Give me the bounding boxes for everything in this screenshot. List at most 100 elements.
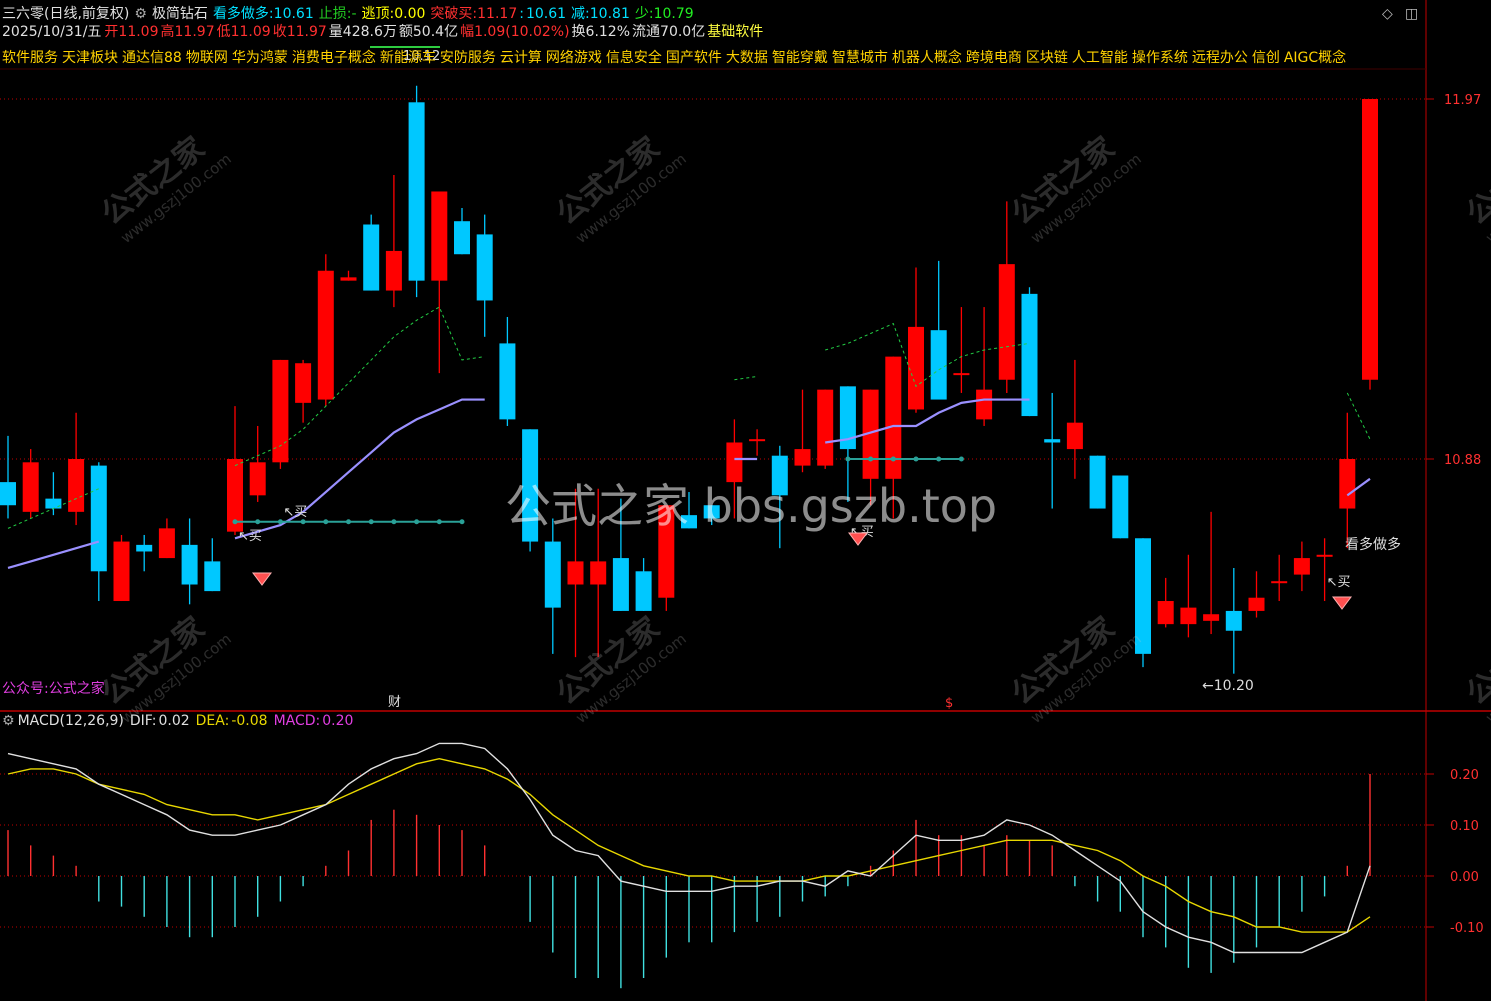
candle-body [272, 359, 289, 463]
macd-gear-icon[interactable]: ⚙ [2, 713, 15, 729]
candle-body [817, 389, 834, 466]
diamond-icon [252, 572, 272, 586]
buy-signal: ↖买 [1327, 575, 1351, 590]
concept-tag[interactable]: 智慧城市 [832, 50, 888, 66]
candle-body [1225, 610, 1242, 631]
candle-body [1180, 607, 1197, 625]
candle-body [1021, 293, 1038, 417]
indicator-name[interactable]: 极简钻石 [152, 6, 208, 22]
concept-tag[interactable]: 国产软件 [666, 50, 722, 66]
stock-title[interactable]: 三六零(日线,前复权) [2, 6, 129, 22]
candle-body [794, 449, 811, 466]
diamond-icon[interactable]: ◇ [1382, 6, 1393, 22]
zs-value: - [351, 6, 357, 22]
header-line-1: 三六零(日线,前复权) ⚙ 极简钻石 看多做多:10.61 止损:- 逃顶:0.00 突破买… [2, 5, 699, 23]
macd-axis-label: 0.20 [1450, 768, 1479, 783]
candle-body [90, 465, 107, 572]
support-dot [323, 519, 329, 525]
candle-body [1203, 614, 1220, 621]
concept-tag[interactable]: 通达信88 [122, 50, 182, 66]
candle-body [1339, 459, 1356, 509]
candle-body [976, 389, 993, 420]
concept-tag[interactable]: 操作系统 [1132, 50, 1188, 66]
gear-icon[interactable]: ⚙ [134, 6, 147, 22]
candle-body [249, 462, 266, 496]
concept-tag[interactable]: AIGC概念 [1284, 50, 1346, 66]
support-dot [346, 519, 351, 525]
concept-tag[interactable]: 远程办公 [1192, 50, 1248, 66]
candle-body [1112, 475, 1129, 539]
support-dot [459, 519, 465, 525]
chg-label: 幅 [460, 24, 475, 40]
diamond-icon [1332, 596, 1352, 610]
macd-axis-label: 0.10 [1450, 819, 1479, 834]
candle-body [340, 277, 357, 281]
concept-tag[interactable]: 云计算 [500, 50, 542, 66]
candle-body [408, 102, 425, 281]
concept-tag[interactable]: 智能穿戴 [772, 50, 828, 66]
candle-body [317, 270, 334, 400]
candle-body [499, 343, 516, 420]
macd-title[interactable]: MACD(12,26,9) [18, 713, 124, 729]
macd-header: ⚙ MACD(12,26,9) DIF: 0.02 DEA: -0.08 MACD: 0.20 [2, 713, 359, 729]
shao-value: 10.79 [653, 6, 694, 22]
support-dot [277, 519, 283, 525]
high-value: 11.97 [174, 24, 215, 40]
concept-tag[interactable]: 网络游戏 [546, 50, 602, 66]
support-dot [232, 519, 238, 525]
macd-value: 0.20 [322, 713, 354, 729]
concept-tag[interactable]: 大数据 [726, 50, 768, 66]
concept-tag[interactable]: 机器人概念 [892, 50, 962, 66]
shao-label: 少: [634, 6, 654, 22]
candle-body [998, 264, 1015, 380]
close-label: 收 [272, 24, 287, 40]
amt-value: 50.4亿 [412, 24, 459, 40]
concept-tag[interactable]: 人工智能 [1072, 50, 1128, 66]
td-label: 逃顶: [361, 6, 395, 22]
vol-value: 428.6万 [342, 24, 397, 40]
concept-tag[interactable]: 跨境电商 [966, 50, 1022, 66]
concept-tag[interactable]: 消费电子概念 [292, 50, 376, 66]
ma-line [7, 540, 100, 570]
tpm-value2: 10.61 [525, 6, 567, 22]
candle-body [158, 528, 175, 559]
concept-tags: 软件服务 天津板块 通达信88 物联网 华为鸿蒙 消费电子概念 新能源车 安防服务 云计算 网络游… [2, 49, 1350, 67]
macd-label: MACD: [273, 713, 321, 729]
price-axis-label: 10.88 [1444, 453, 1481, 468]
close-value: 11.97 [286, 24, 327, 40]
candle-body [1362, 99, 1378, 380]
date: 2025/10/31/五 [2, 24, 102, 40]
candle-body [1316, 554, 1333, 557]
concept-tag[interactable]: 区块链 [1026, 50, 1068, 66]
candle-body [363, 224, 380, 291]
chg-value: 1.09(10.02%) [474, 24, 570, 40]
zs-label: 止损: [318, 6, 352, 22]
window-icon[interactable]: ◫ [1405, 6, 1418, 22]
support-dot [958, 456, 964, 462]
candle-body [1293, 558, 1310, 575]
concept-tag[interactable]: 物联网 [186, 50, 228, 66]
tpm-value: 11.17 [477, 6, 518, 22]
tpm-label: 突破买: [430, 6, 478, 22]
concept-tag[interactable]: 信创 [1252, 50, 1280, 66]
macd-axis-label: -0.10 [1450, 921, 1484, 936]
concept-tag[interactable]: 天津板块 [62, 50, 118, 66]
candle-body [136, 544, 153, 552]
concept-tag[interactable]: 新能源车 [380, 50, 436, 66]
sector[interactable]: 基础软件 [707, 24, 763, 40]
float-label: 流通 [632, 24, 661, 40]
concept-tag[interactable]: 软件服务 [2, 50, 58, 66]
concept-tag[interactable]: 信息安全 [606, 50, 662, 66]
candle-body [930, 330, 947, 400]
candle-body [295, 363, 312, 403]
dea-value: -0.08 [231, 713, 268, 729]
high-label: 高 [160, 24, 175, 40]
header-line-2: 2025/10/31/五 开11.09 高11.97 低11.09 收11.97 量428… [2, 23, 768, 41]
concept-tag[interactable]: 安防服务 [440, 50, 496, 66]
dif-value: 0.02 [158, 713, 190, 729]
center-watermark: 公式之家 bbs.gszb.top [505, 479, 998, 533]
open-value: 11.09 [118, 24, 159, 40]
turn-value: 6.12% [585, 24, 631, 40]
candle-body [1157, 601, 1174, 625]
concept-tag[interactable]: 华为鸿蒙 [232, 50, 288, 66]
